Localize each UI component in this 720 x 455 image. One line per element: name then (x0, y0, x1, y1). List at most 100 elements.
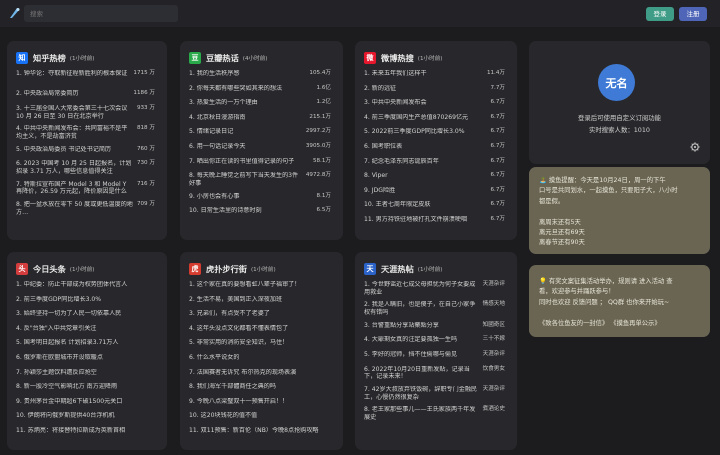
item-title[interactable]: 11. 双11预售：新百伦（NB）今晚8点抢购攻略 (189, 427, 331, 435)
list-item[interactable]: 4. 反"台独"入中共党章引关注 (16, 325, 155, 340)
item-title[interactable]: 2. 你每天都有哪些突如其来的想法 (189, 85, 317, 93)
list-item[interactable]: 11. 男方持铁驻地被打孔文件崩溃哽咽 6.7万 (364, 216, 505, 231)
register-button[interactable]: 注册 (679, 7, 707, 21)
list-item[interactable]: 5. 非常实用的消防安全知识，马住！ (189, 339, 331, 354)
item-title[interactable]: 3. 十三届全国人大常委会第三十七次会议 10 月 26 日至 30 日在北京举… (16, 105, 137, 120)
list-item[interactable]: 6. 用一句话记录今天 3905.0万 (189, 143, 331, 158)
item-title[interactable]: 3. 兄弟们，有点受不了老婆了 (189, 310, 331, 318)
item-title[interactable]: 11. 男方持铁驻地被打孔文件崩溃哽咽 (364, 216, 491, 224)
list-item[interactable]: 1. 未来五年我们这样干 11.4万 (364, 70, 505, 85)
list-item[interactable]: 4. 大爺剩女真的注定要孤独一生吗 三十不嫁 (364, 336, 505, 351)
list-item[interactable]: 8. 每天晚上睡觉之前写下当天发生的3件好事 4972.8万 (189, 172, 331, 192)
list-item[interactable]: 8. 把一盆水放在零下 50 度或更低温度的地方… 709 万 (16, 201, 155, 216)
item-title[interactable]: 5. 李好的冠师，挡不住偷哪与偷见 (364, 351, 483, 359)
list-item[interactable]: 5. 李好的冠师，挡不住偷哪与偷见 天涯杂评 (364, 351, 505, 366)
list-item[interactable]: 1. 今世野谣近七成父母担忧为何子女要成用救业 天涯杂评 (364, 281, 505, 301)
list-item[interactable]: 10. 这20块钱花的值不值 (189, 412, 331, 427)
list-item[interactable]: 3. 中共中央新闻发布会 6.7万 (364, 99, 505, 114)
list-item[interactable]: 8. Viper 6.7万 (364, 172, 505, 187)
list-item[interactable]: 10. 日常生活里的诗意时刻 6.5万 (189, 207, 331, 222)
item-title[interactable]: 8. Viper (364, 172, 491, 180)
list-item[interactable]: 5. 情绪记录日记 2997.2万 (189, 128, 331, 143)
item-title[interactable]: 7. 法国赛者无诉究 布尔热克的现场表演 (189, 369, 331, 377)
list-item[interactable]: 1. 这个家在真的要想看虹八辈子福审了！ (189, 281, 331, 296)
item-title[interactable]: 7. 特斯拉宣布国产 Model 3 和 Model Y 再降价，26.59 万… (16, 181, 137, 196)
item-title[interactable]: 8. 老王家那些事儿——王氏家族两千年发展史 (364, 406, 483, 421)
item-title[interactable]: 1. 今世野谣近七成父母担忧为何子女要成用救业 (364, 281, 483, 296)
item-title[interactable]: 8. 把一盆水放在零下 50 度或更低温度的地方… (16, 201, 137, 216)
list-item[interactable]: 4. 前三季度国内生产总值870269亿元 6.7万 (364, 114, 505, 129)
list-item[interactable]: 5. 2022前三季度GDP同比增长3.0% 6.7万 (364, 128, 505, 143)
list-item[interactable]: 10. 王者七周年限定皮肤 6.7万 (364, 201, 505, 216)
fish-logo-icon[interactable] (8, 6, 22, 20)
item-title[interactable]: 7. 孙颖莎主题饮料遭反应抢空 (16, 369, 155, 377)
item-title[interactable]: 3. 中共中央新闻发布会 (364, 99, 491, 107)
item-title[interactable]: 2. 前三季度GDP同比增长3.0% (16, 296, 155, 304)
card-title-text[interactable]: 今日头条 (33, 263, 66, 275)
list-item[interactable]: 8. 我们海军千部體商任之典的吗 (189, 383, 331, 398)
list-item[interactable]: 4. 这年头没点文化都看不懂表情包了 (189, 325, 331, 340)
item-title[interactable]: 3. 台警重點分享站藥點分享 (364, 322, 483, 330)
item-title[interactable]: 7. 纪念毛泽东同志诞辰百年 (364, 158, 491, 166)
list-item[interactable]: 1. 我的生活秩序感 105.4万 (189, 70, 331, 85)
login-button[interactable]: 登录 (646, 7, 674, 21)
list-item[interactable]: 6. 2023 中国考 10 月 25 日起报名，计划招录 3.71 万人，哪些… (16, 160, 155, 180)
list-item[interactable]: 7. 纪念毛泽东同志诞辰百年 6.7万 (364, 158, 505, 173)
list-item[interactable]: 11. 苏炳亮：将接替特拉斯成为英新首相 (16, 427, 155, 442)
item-title[interactable]: 5. 中央政治局委员 书记处书记简历 (16, 146, 137, 154)
list-item[interactable]: 7. 特斯拉宣布国产 Model 3 和 Model Y 再降价，26.59 万… (16, 181, 155, 201)
item-title[interactable]: 7. 晒出你正在读的书里值得记录的句子 (189, 158, 313, 166)
list-item[interactable]: 9. 小房也会有心事 8.1万 (189, 193, 331, 208)
item-title[interactable]: 10. 日常生活里的诗意时刻 (189, 207, 317, 215)
item-title[interactable]: 6. 俄罗斯在欧盟城市开设取暖点 (16, 354, 155, 362)
list-item[interactable]: 6. 国考职位表 6.7万 (364, 143, 505, 158)
item-title[interactable]: 8. 我们海军千部體商任之典的吗 (189, 383, 331, 391)
item-title[interactable]: 6. 国考职位表 (364, 143, 491, 151)
card-title-text[interactable]: 豆瓣热话 (206, 52, 239, 64)
list-item[interactable]: 6. 俄罗斯在欧盟城市开设取暖点 (16, 354, 155, 369)
card-title-text[interactable]: 微博热搜 (381, 52, 414, 64)
list-item[interactable]: 1. 中纪委：防止干部成为权势团体代言人 (16, 281, 155, 296)
list-item[interactable]: 1. 钟华论：夺取新征程新胜利的根本保证 1715 万 (16, 70, 155, 90)
list-item[interactable]: 6. 什么水平说女的 (189, 354, 331, 369)
list-item[interactable]: 8. 老王家那些事儿——王氏家族两千年发展史 煮酒论史 (364, 406, 505, 426)
item-title[interactable]: 5. 2022前三季度GDP同比增长3.0% (364, 128, 491, 136)
list-item[interactable]: 3. 台警重點分享站藥點分享 知國奇区 (364, 322, 505, 337)
item-title[interactable]: 4. 前三季度国内生产总值870269亿元 (364, 114, 491, 122)
list-item[interactable]: 3. 始终坚持一切为了人民一切依靠人民 (16, 310, 155, 325)
item-title[interactable]: 2. 新的远征 (364, 85, 491, 93)
item-title[interactable]: 6. 用一句话记录今天 (189, 143, 306, 151)
item-title[interactable]: 9. 小房也会有心事 (189, 193, 317, 201)
item-title[interactable]: 9. 今晚八点梁璧双十一预售开启！！ (189, 398, 331, 406)
list-item[interactable]: 2. 中央政治局常委简历 1186 万 (16, 90, 155, 105)
item-title[interactable]: 8. 新一股冷空气影响北方 南方迎降雨 (16, 383, 155, 391)
list-item[interactable]: 8. 新一股冷空气影响北方 南方迎降雨 (16, 383, 155, 398)
list-item[interactable]: 2. 我是人瞒旧，也是傻子，在自己小家争权有错吗 情感天地 (364, 301, 505, 321)
item-title[interactable]: 4. 中共中央新闻发布会：共同富裕不是平均主义，不是劫富济贫 (16, 125, 137, 140)
card-title-text[interactable]: 知乎热榜 (33, 52, 66, 64)
list-item[interactable]: 7. 孙颖莎主题饮料遭反应抢空 (16, 369, 155, 384)
item-title[interactable]: 1. 未来五年我们这样干 (364, 70, 487, 78)
item-title[interactable]: 6. 什么水平说女的 (189, 354, 331, 362)
list-item[interactable]: 4. 中共中央新闻发布会：共同富裕不是平均主义，不是劫富济贫 818 万 (16, 125, 155, 145)
list-item[interactable]: 7. 晒出你正在读的书里值得记录的句子 58.1万 (189, 158, 331, 173)
item-title[interactable]: 2. 中央政治局常委简历 (16, 90, 133, 98)
item-title[interactable]: 9. 贵州茅台金中期超6下破1500元关口 (16, 398, 155, 406)
list-item[interactable]: 4. 北京秋日漫游指南 215.1万 (189, 114, 331, 129)
item-title[interactable]: 8. 每天晚上睡觉之前写下当天发生的3件好事 (189, 172, 306, 187)
item-title[interactable]: 5. 国考明日起报名 计划招录3.71万人 (16, 339, 155, 347)
item-title[interactable]: 4. 大爺剩女真的注定要孤独一生吗 (364, 336, 483, 344)
gear-icon[interactable] (690, 142, 700, 152)
list-item[interactable]: 7. 法国赛者无诉究 布尔热克的现场表演 (189, 369, 331, 384)
item-title[interactable]: 1. 钟华论：夺取新征程新胜利的根本保证 (16, 70, 133, 78)
item-title[interactable]: 1. 这个家在真的要想看虹八辈子福审了！ (189, 281, 331, 289)
item-title[interactable]: 2. 生活不易，美国到正入深夜加班 (189, 296, 331, 304)
item-title[interactable]: 6. 2022年10月20日重新发贴，记录当下，记录未来！ (364, 366, 483, 381)
list-item[interactable]: 7. 42岁大叔放弃铁饭碗，辞职专门金融民工，心慢仍然很复杂 天涯杂评 (364, 386, 505, 406)
list-item[interactable]: 2. 新的远征 7.7万 (364, 85, 505, 100)
list-item[interactable]: 6. 2022年10月20日重新发贴，记录当下，记录未来！ 饮食男女 (364, 366, 505, 386)
item-title[interactable]: 4. 这年头没点文化都看不懂表情包了 (189, 325, 331, 333)
item-title[interactable]: 6. 2023 中国考 10 月 25 日起报名，计划招录 3.71 万人，哪些… (16, 160, 137, 175)
list-item[interactable]: 3. 热爱生活的一万个理由 1.2亿 (189, 99, 331, 114)
list-item[interactable]: 11. 双11预售：新百伦（NB）今晚8点抢购攻略 (189, 427, 331, 442)
